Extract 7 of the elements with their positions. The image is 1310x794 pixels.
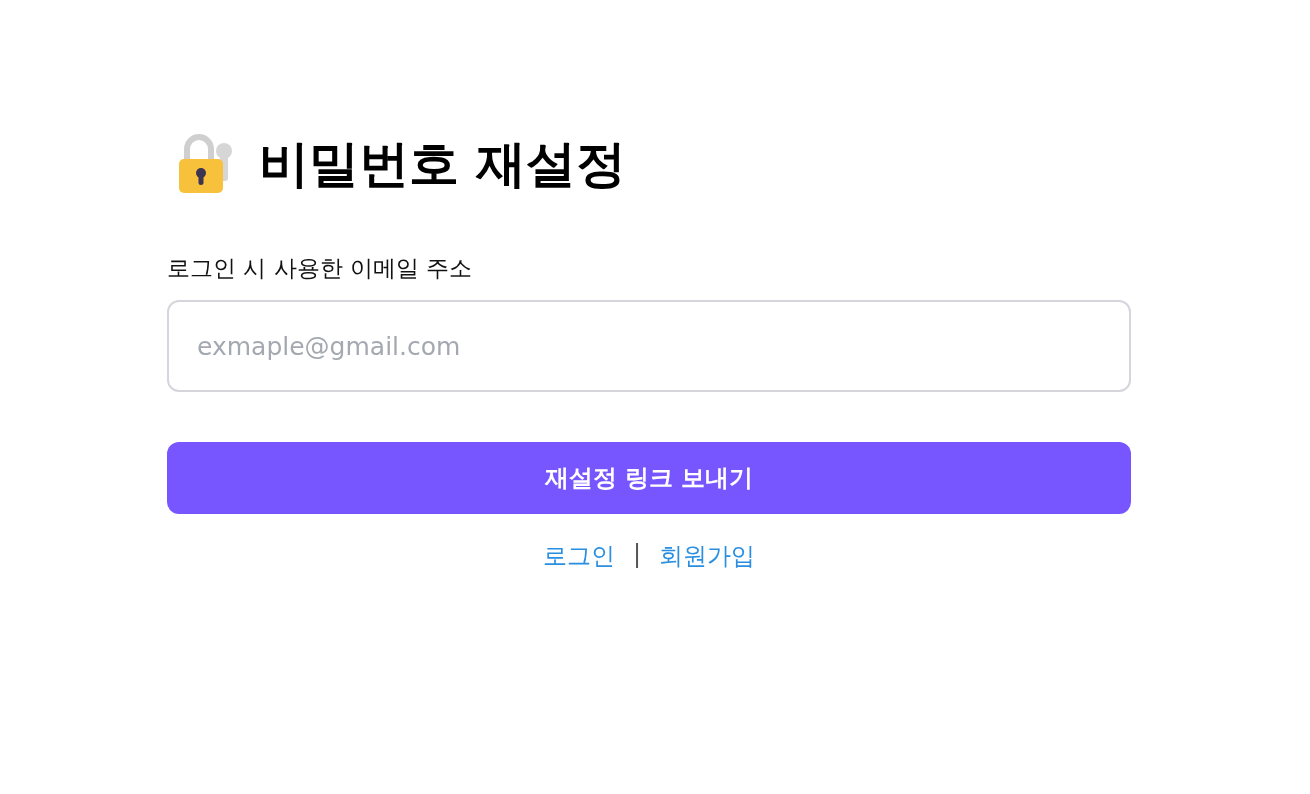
separator: | (632, 540, 642, 570)
field-label: 로그인 시 사용한 이메일 주소 (167, 253, 473, 283)
send-link-button[interactable]: 재설정 링크 보내기 (167, 442, 1131, 514)
email-field[interactable]: exmaple@gmail.com (167, 300, 1131, 392)
page-title: 비밀번호 재설정 (259, 133, 627, 195)
link[interactable]: 회원가입 (659, 540, 756, 572)
link[interactable]: 로그인 (542, 540, 615, 572)
